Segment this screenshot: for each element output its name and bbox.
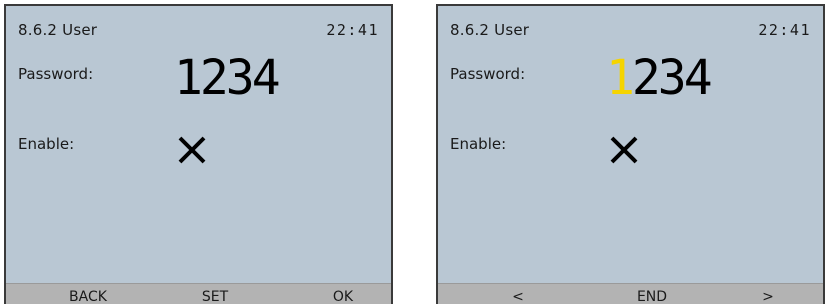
screen-title: 8.6.2 User	[450, 21, 530, 39]
password-label: Password:	[450, 65, 526, 83]
password-label: Password:	[18, 65, 94, 83]
password-cursor-digit: 1	[606, 50, 635, 106]
device-screen-left: 8.6.2 User 22:41 Password: 1234 Enable: …	[4, 4, 393, 304]
set-button[interactable]: SET	[175, 289, 255, 304]
password-digits: 1234	[174, 50, 281, 106]
back-button[interactable]: BACK	[48, 289, 128, 304]
password-field[interactable]: 1234	[606, 50, 713, 106]
enable-label: Enable:	[18, 135, 75, 153]
enable-label: Enable:	[450, 135, 507, 153]
cross-icon[interactable]	[604, 130, 644, 170]
cursor-right-button[interactable]: >	[728, 289, 808, 304]
softkey-bar: BACK SET OK	[6, 283, 391, 304]
password-digits: 234	[631, 50, 713, 106]
screen-title: 8.6.2 User	[18, 21, 98, 39]
clock: 22:41	[326, 21, 379, 39]
cursor-left-button[interactable]: <	[478, 289, 558, 304]
cross-icon[interactable]	[172, 130, 212, 170]
ok-button[interactable]: OK	[303, 289, 383, 304]
password-field[interactable]: 1234	[174, 50, 281, 106]
clock: 22:41	[758, 21, 811, 39]
softkey-bar: < END >	[438, 283, 823, 304]
device-screen-right: 8.6.2 User 22:41 Password: 1234 Enable: …	[436, 4, 825, 304]
end-button[interactable]: END	[612, 289, 692, 304]
